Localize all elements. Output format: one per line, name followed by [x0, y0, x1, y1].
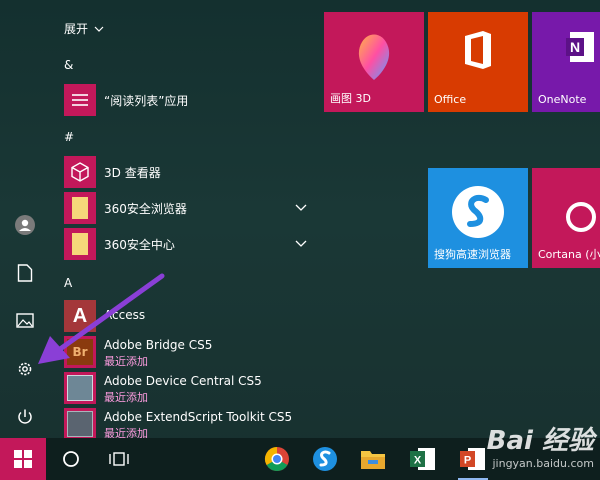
app-name: Adobe Device Central CS5 — [104, 374, 262, 388]
chevron-down-icon — [94, 26, 104, 32]
taskbar-sogou[interactable] — [302, 438, 348, 480]
tile-office[interactable]: Office — [428, 12, 528, 112]
baidu-watermark: Bai 经验 jingyan.baidu.com — [487, 420, 594, 470]
sogou-icon — [313, 447, 337, 471]
task-view-button[interactable] — [96, 438, 142, 480]
app-name: “阅读列表”应用 — [104, 94, 189, 108]
tile-sogou-browser[interactable]: 搜狗高速浏览器 — [428, 168, 528, 268]
3d-viewer-icon — [64, 156, 96, 188]
user-account-button[interactable] — [10, 210, 40, 240]
app-adobe-device-central[interactable]: Adobe Device Central CS5 最近添加 — [64, 372, 314, 404]
annotation-arrow — [38, 273, 165, 364]
reading-list-icon — [64, 84, 96, 116]
watermark-url: jingyan.baidu.com — [492, 457, 594, 470]
recently-added-label: 最近添加 — [104, 391, 148, 404]
folder-icon — [64, 228, 96, 260]
office-icon — [428, 30, 528, 70]
chrome-icon — [264, 447, 289, 472]
start-left-rail — [0, 0, 50, 438]
taskbar-excel[interactable]: X — [400, 438, 446, 480]
tile-cortana[interactable]: Cortana (小 — [532, 168, 600, 268]
app-name: 360安全中心 — [104, 238, 175, 252]
taskbar-file-explorer[interactable] — [350, 438, 396, 480]
svg-text:P: P — [464, 455, 471, 467]
app-360-security-folder[interactable]: 360安全中心 — [64, 228, 314, 260]
cortana-icon — [532, 200, 600, 234]
device-central-icon — [64, 372, 96, 404]
tile-label: 画图 3D — [330, 92, 371, 105]
tile-paint-3d[interactable]: 画图 3D — [324, 12, 424, 112]
start-button[interactable] — [0, 438, 46, 480]
tile-label: Office — [434, 93, 467, 106]
app-reading-list[interactable]: “阅读列表”应用 — [64, 84, 314, 116]
tile-label: 搜狗高速浏览器 — [434, 248, 511, 261]
tile-label: Cortana (小 — [538, 248, 600, 261]
powerpoint-icon: P — [460, 448, 485, 470]
section-header-amp[interactable]: & — [64, 58, 73, 72]
svg-text:X: X — [414, 455, 422, 467]
folder-icon — [361, 451, 385, 469]
app-name: 3D 查看器 — [104, 166, 161, 180]
app-3d-viewer[interactable]: 3D 查看器 — [64, 156, 314, 188]
power-button[interactable] — [10, 402, 40, 432]
user-avatar-icon — [15, 215, 35, 235]
app-360-browser-folder[interactable]: 360安全浏览器 — [64, 192, 314, 224]
tile-label: OneNote — [538, 93, 587, 106]
search-circle-icon — [63, 451, 79, 467]
paint-3d-icon — [324, 30, 424, 82]
chevron-down-icon[interactable] — [294, 200, 308, 214]
folder-icon — [64, 192, 96, 224]
power-icon — [18, 409, 32, 424]
taskbar-chrome[interactable] — [254, 438, 300, 480]
sogou-icon — [428, 184, 528, 240]
section-header-hash[interactable]: # — [64, 130, 74, 144]
app-adobe-extendscript[interactable]: Adobe ExtendScript Toolkit CS5 最近添加 — [64, 408, 314, 440]
windows-logo-icon — [14, 450, 32, 468]
expand-label: 展开 — [64, 22, 89, 36]
cortana-search-button[interactable] — [48, 438, 94, 480]
onenote-icon: N — [532, 30, 600, 64]
app-name: 360安全浏览器 — [104, 202, 187, 216]
app-list: 展开 & “阅读列表”应用 # 3D 查看器 360安全浏览器 360安全中心 … — [50, 0, 320, 440]
svg-text:N: N — [570, 39, 580, 55]
chevron-down-icon[interactable] — [294, 236, 308, 250]
watermark-brand: Bai 经验 — [486, 426, 594, 456]
extendscript-icon — [64, 408, 96, 440]
excel-icon: X — [410, 448, 435, 470]
tile-onenote[interactable]: N OneNote — [532, 12, 600, 112]
task-view-icon — [109, 452, 129, 466]
app-name: Adobe ExtendScript Toolkit CS5 — [104, 410, 293, 424]
expand-toggle[interactable]: 展开 — [64, 20, 104, 37]
